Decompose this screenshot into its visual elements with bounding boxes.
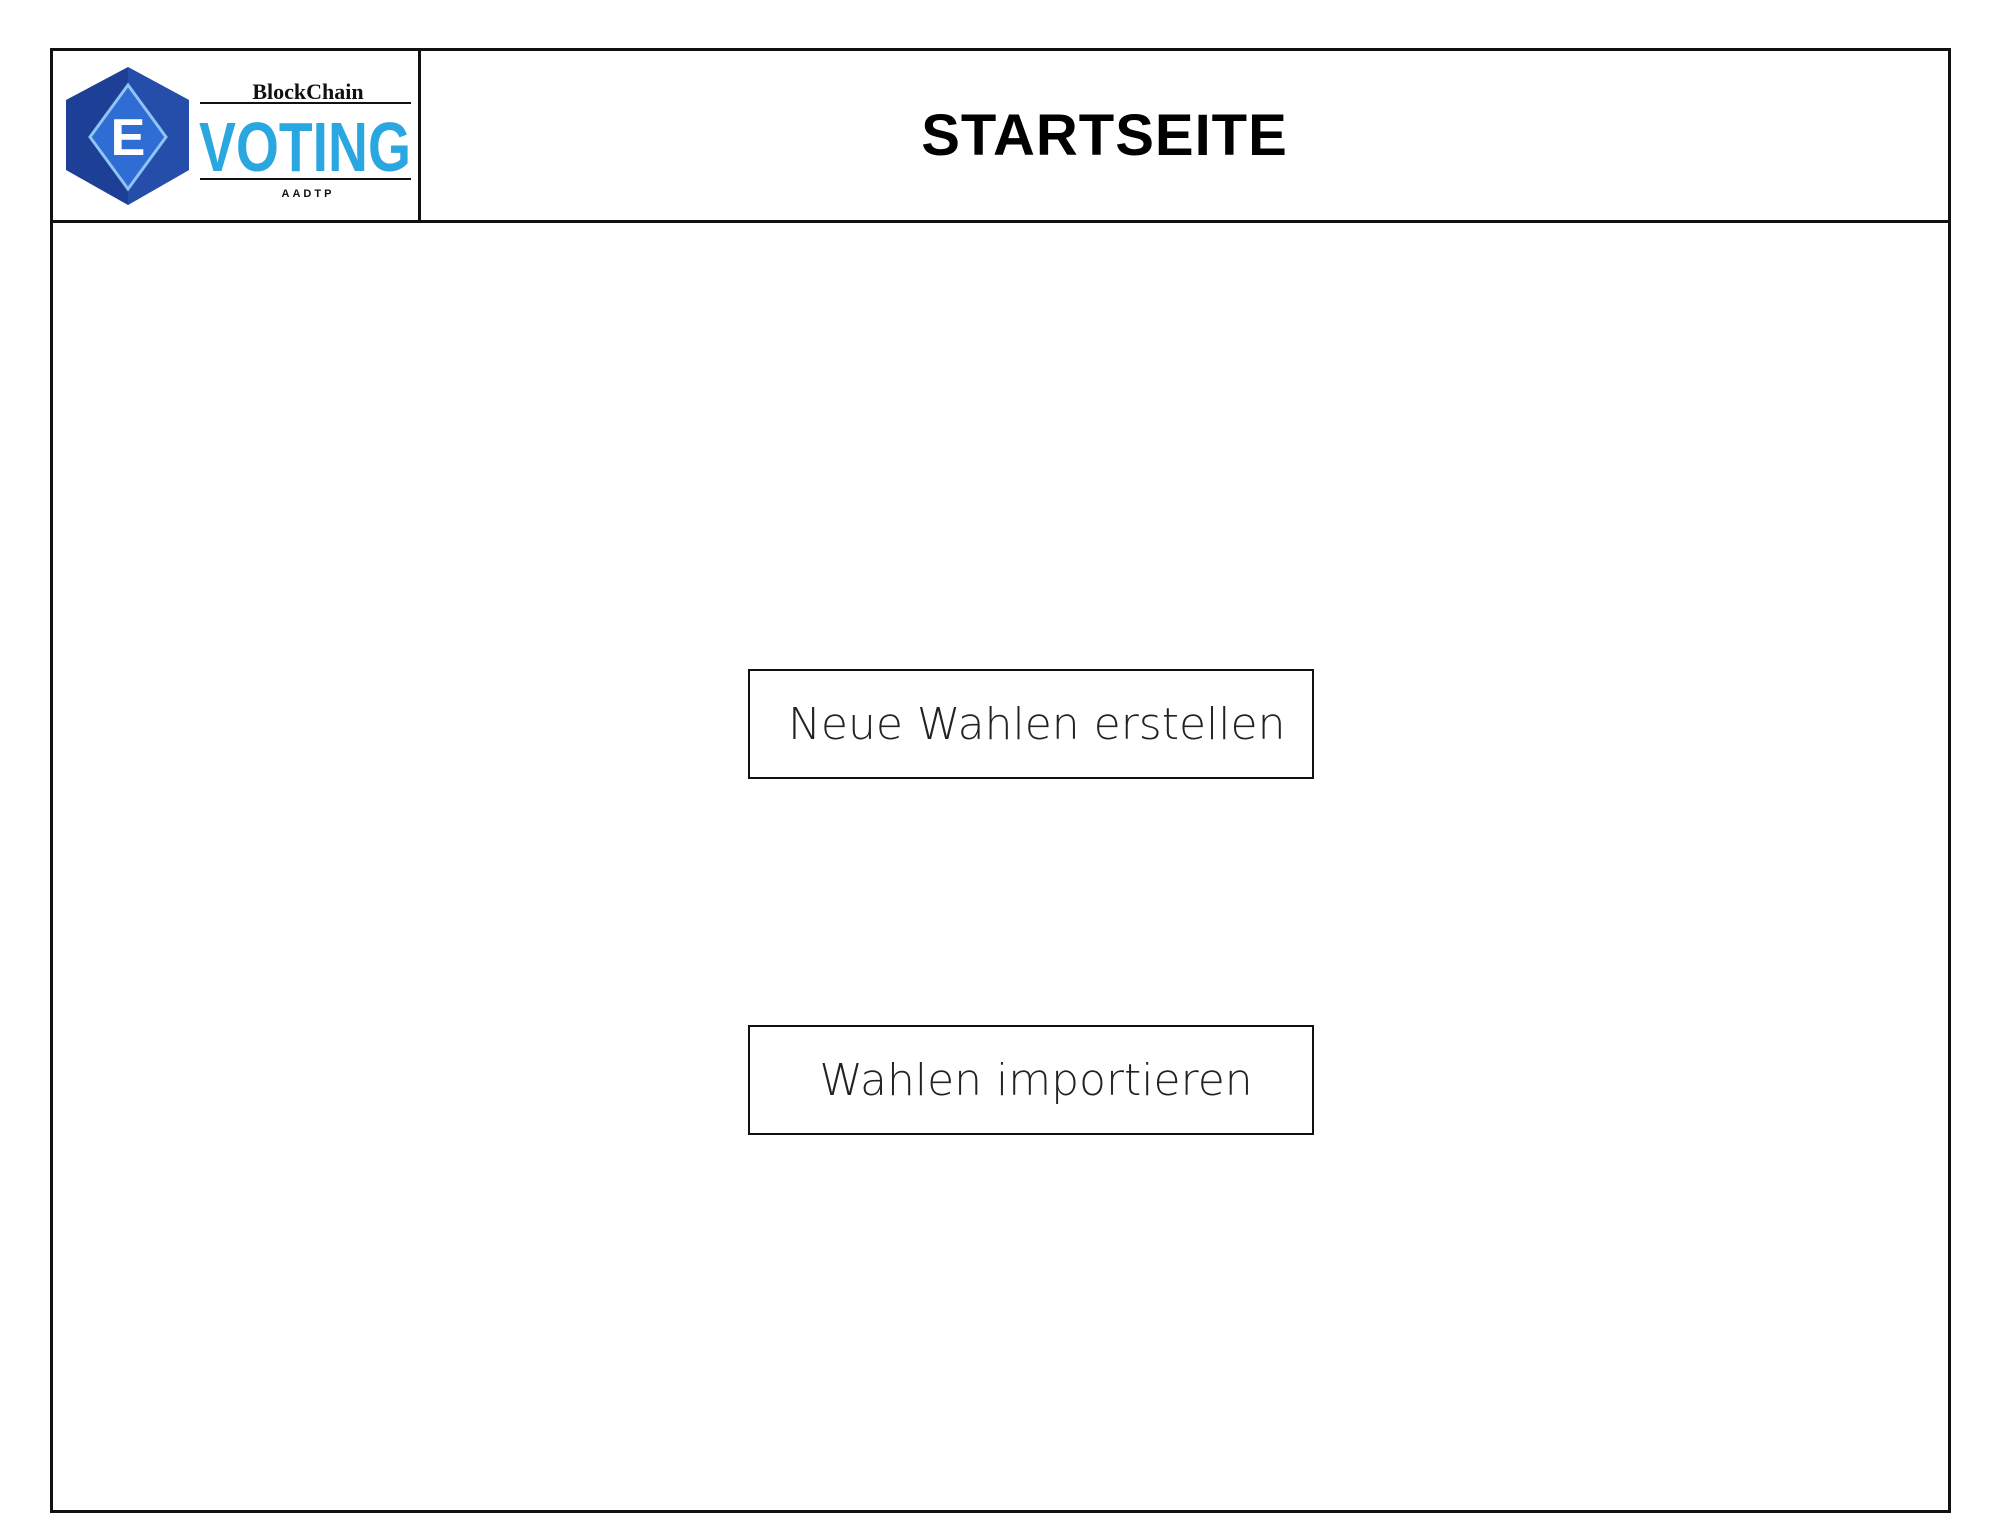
evoting-logo: E BlockChain VOTING AADTP [66, 67, 411, 205]
logo-bottom-text: AADTP [282, 188, 335, 200]
logo-container: E BlockChain VOTING AADTP [53, 51, 421, 220]
page-title: STARTSEITE [921, 103, 1288, 168]
app-window: E BlockChain VOTING AADTP STARTSEITE Neu… [50, 48, 1951, 1513]
logo-top-text: BlockChain [252, 79, 363, 104]
logo-main-text: VOTING [199, 108, 411, 186]
create-election-button[interactable]: Neue Wahlen erstellen [748, 669, 1314, 779]
import-election-button[interactable]: Wahlen importieren [748, 1025, 1314, 1135]
emblem-letter: E [111, 109, 146, 167]
header: E BlockChain VOTING AADTP STARTSEITE [53, 51, 1948, 223]
